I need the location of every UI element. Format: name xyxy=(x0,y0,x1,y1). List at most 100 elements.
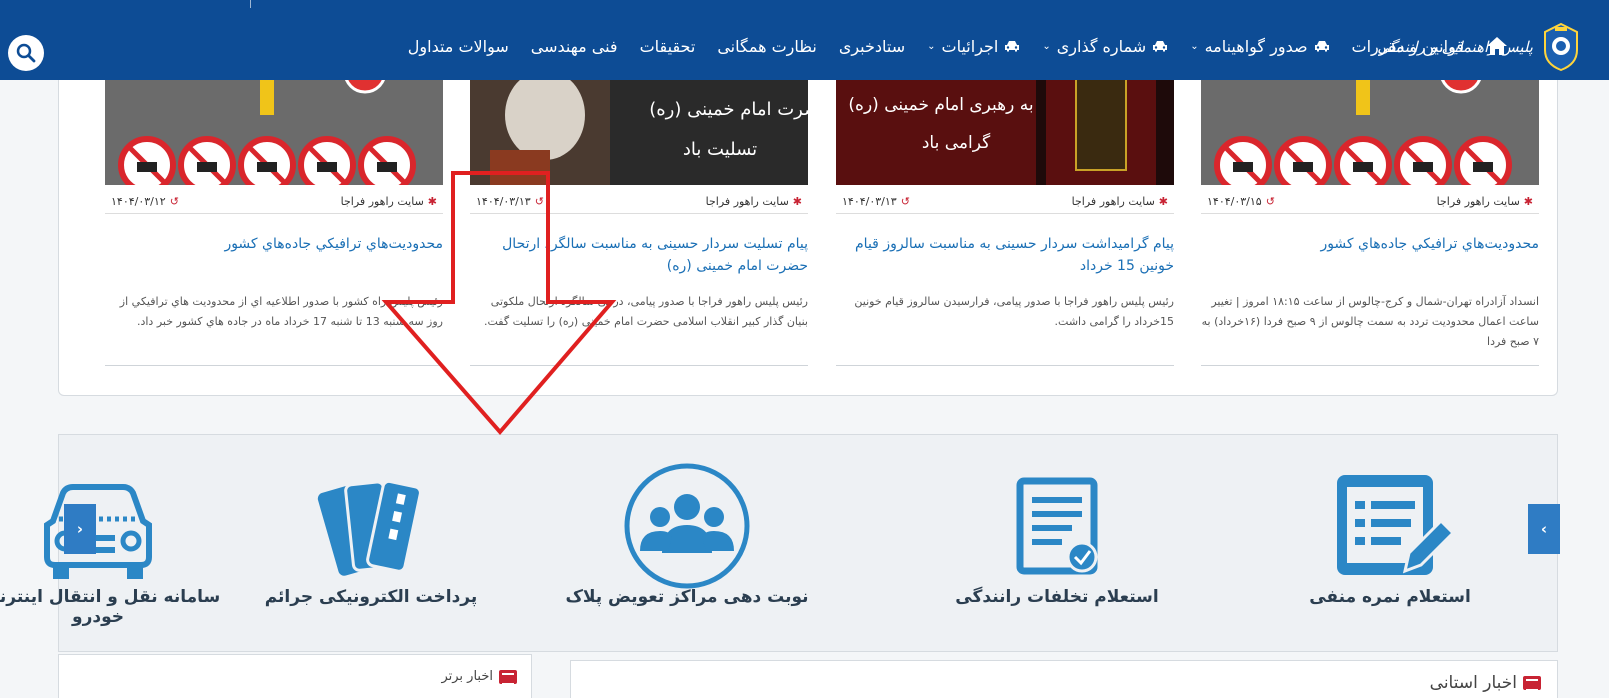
nav-item-8[interactable]: سوالات متداول xyxy=(397,37,520,56)
chevron-down-icon: ⌄ xyxy=(1042,40,1051,52)
news-summary: رئیس پلیس راه کشور با صدور اطلاعيه اي از… xyxy=(119,295,443,328)
service-label[interactable]: استعلام نمره منفی xyxy=(1275,587,1505,607)
top-news-title[interactable]: اخبار برتر xyxy=(441,669,517,685)
provincial-news-title-text: اخبار استانی xyxy=(1429,673,1517,693)
banner-text: تسلیت باد xyxy=(683,139,757,160)
gear-icon: ✱ xyxy=(1523,195,1533,208)
provincial-news-title[interactable]: اخبار استانی xyxy=(1430,673,1541,693)
news-source-text: سایت راهور فراجا xyxy=(1071,195,1155,208)
home-icon xyxy=(1487,37,1507,55)
top-news-box: اخبار برتر xyxy=(58,654,532,698)
nav-menu: قوانین و مقررات صدور گواهینامه ⌄ شماره گذار… xyxy=(397,12,1519,80)
news-source-text: سایت راهور فراجا xyxy=(340,195,424,208)
news-source-text: سایت راهور فراجا xyxy=(1436,195,1520,208)
news-card[interactable]: به رهبری امام خمینی (ره) گرامی باد ✱ سایت ر… xyxy=(836,70,1174,382)
nav-item-label: اجرائیات xyxy=(941,36,999,56)
news-date: ۱۴۰۴/۰۳/۱۳ ↺ xyxy=(842,195,910,208)
news-image[interactable] xyxy=(105,70,443,185)
nav-item-label: شماره گذاری xyxy=(1056,36,1147,56)
service-tile[interactable]: استعلام تخلفات رانندگی xyxy=(937,435,1177,653)
gear-icon: ✱ xyxy=(427,195,437,208)
nav-item-label: صدور گواهینامه xyxy=(1204,36,1308,56)
news-title[interactable]: محدوديت‌هاي ترافيكي جاده‌هاي کشور xyxy=(1201,233,1539,255)
news-divider xyxy=(470,365,808,366)
users-group-icon[interactable] xyxy=(622,461,752,591)
service-label[interactable]: استعلام تخلفات رانندگی xyxy=(937,587,1177,607)
top-strip-divider xyxy=(250,0,251,8)
news-title[interactable]: پیام گرامیداشت سردار حسینی به مناسبت سال… xyxy=(836,233,1174,277)
news-date-text: ۱۴۰۴/۰۳/۱۵ xyxy=(1207,195,1262,208)
service-tile[interactable]: استعلام نمره منفی xyxy=(1275,435,1505,653)
nav-item-7[interactable]: فنی مهندسی xyxy=(520,37,629,56)
nav-item-5[interactable]: نظارت همگانی xyxy=(706,37,828,56)
news-divider xyxy=(105,365,443,366)
newspaper-icon xyxy=(1523,676,1541,691)
document-check-icon[interactable] xyxy=(992,461,1122,591)
top-news-title-text: اخبار برتر xyxy=(441,669,493,684)
police-badge-icon xyxy=(1544,22,1578,72)
car-icon xyxy=(1314,41,1329,52)
top-strip xyxy=(0,0,1609,12)
nav-item-label: فنی مهندسی xyxy=(530,36,618,56)
banner-text: گرامی باد xyxy=(922,132,991,153)
cards-icon[interactable] xyxy=(306,461,436,591)
car-icon[interactable] xyxy=(33,461,163,591)
form-edit-icon[interactable] xyxy=(1325,461,1456,591)
news-date: ۱۴۰۴/۰۳/۱۵ ↺ xyxy=(1207,195,1275,208)
nav-item-6[interactable]: تحقیقات xyxy=(629,37,707,56)
clock-icon: ↺ xyxy=(169,195,179,208)
news-meta: ✱ سایت راهور فراجا ۱۴۰۴/۰۳/۱۵ ↺ xyxy=(1201,192,1539,214)
service-tile[interactable]: پرداخت الکترونیکی جرائم xyxy=(241,435,501,653)
carousel-prev-button[interactable]: › xyxy=(64,504,96,554)
service-label[interactable]: سامانه نقل و انتقال اینترنتی خودرو xyxy=(0,587,243,627)
banner-text: حضرت امام خمینی (ره) xyxy=(649,99,808,120)
news-image[interactable] xyxy=(1201,70,1539,185)
nav-item-0[interactable]: قوانین و مقررات xyxy=(1341,37,1475,56)
news-date: ۱۴۰۴/۰۳/۱۳ ↺ xyxy=(476,195,544,208)
news-meta: ✱ سایت راهور فراجا ۱۴۰۴/۰۳/۱۳ ↺ xyxy=(470,192,808,214)
nav-item-3[interactable]: اجرائیات ⌄ xyxy=(916,37,1031,56)
news-source-text: سایت راهور فراجا xyxy=(705,195,789,208)
banner-text: به رهبری امام خمینی (ره) xyxy=(848,95,1033,115)
clock-icon: ↺ xyxy=(534,195,544,208)
nav-item-4[interactable]: ستادخبری xyxy=(828,37,916,56)
news-date-text: ۱۴۰۴/۰۳/۱۳ xyxy=(476,195,531,208)
car-icon xyxy=(1005,41,1020,52)
gear-icon: ✱ xyxy=(792,195,802,208)
chevron-down-icon: ⌄ xyxy=(927,40,936,52)
nav-home[interactable] xyxy=(1475,36,1519,56)
nav-item-label: نظارت همگانی xyxy=(717,36,817,56)
news-source: ✱ سایت راهور فراجا xyxy=(1437,195,1533,208)
nav-item-1[interactable]: صدور گواهینامه ⌄ xyxy=(1179,37,1340,56)
service-tile[interactable]: نوبت دهی مراکز تعویض پلاک xyxy=(537,435,837,653)
news-card[interactable]: ✱ سایت راهور فراجا ۱۴۰۴/۰۳/۱۵ ↺ محدوديت‌هاي … xyxy=(1201,70,1539,382)
main-navbar: پلیس راهنمایی و رانندگی قوانین و مقررات ص… xyxy=(0,12,1609,80)
news-title[interactable]: محدوديت‌هاي ترافيكي جاده‌هاي کشور xyxy=(105,233,443,255)
news-summary: رئیس پلیس راهور فراجا با صدور پیامی، در … xyxy=(483,295,808,328)
search-button[interactable] xyxy=(8,35,44,71)
service-tile[interactable]: سامانه نقل و انتقال اینترنتی خودرو xyxy=(0,435,243,653)
quick-services: استعلام نمره منفی استعلام تخلفات رانندگی ن… xyxy=(0,434,1558,653)
news-date-text: ۱۴۰۴/۰۳/۱۲ xyxy=(111,195,166,208)
news-card[interactable]: حضرت امام خمینی (ره) تسلیت باد ✱سایت راهور… xyxy=(470,70,808,382)
service-label[interactable]: نوبت دهی مراکز تعویض پلاک xyxy=(537,587,837,607)
news-title[interactable]: پیام تسلیت سردار حسینی به مناسبت سالگرد … xyxy=(470,233,808,277)
news-summary: انسداد آزادراه تهران-شمال و کرج-چالوس از… xyxy=(1201,295,1539,348)
news-source: ✱ سایت راهور فراجا xyxy=(706,195,802,208)
news-image[interactable]: حضرت امام خمینی (ره) تسلیت باد xyxy=(470,70,808,185)
chevron-down-icon: ⌄ xyxy=(1190,40,1199,52)
nav-item-label: ستادخبری xyxy=(838,36,906,56)
news-card[interactable]: ✱ سایت راهور فراجا ۱۴۰۴/۰۳/۱۲ ↺ محدوديت‌هاي … xyxy=(105,70,443,382)
news-meta: ✱ سایت راهور فراجا ۱۴۰۴/۰۳/۱۲ ↺ xyxy=(105,192,443,214)
search-icon xyxy=(16,43,36,63)
car-icon xyxy=(1153,41,1168,52)
newspaper-icon xyxy=(499,669,517,685)
news-date: ۱۴۰۴/۰۳/۱۲ ↺ xyxy=(111,195,179,208)
news-divider xyxy=(1201,365,1539,366)
nav-item-2[interactable]: شماره گذاری ⌄ xyxy=(1031,37,1179,56)
service-label[interactable]: پرداخت الکترونیکی جرائم xyxy=(241,587,501,607)
news-image[interactable]: به رهبری امام خمینی (ره) گرامی باد xyxy=(836,70,1174,185)
provincial-news-box: اخبار استانی xyxy=(570,660,1558,698)
news-divider xyxy=(836,365,1174,366)
carousel-next-button[interactable]: ‹ xyxy=(1528,504,1560,554)
